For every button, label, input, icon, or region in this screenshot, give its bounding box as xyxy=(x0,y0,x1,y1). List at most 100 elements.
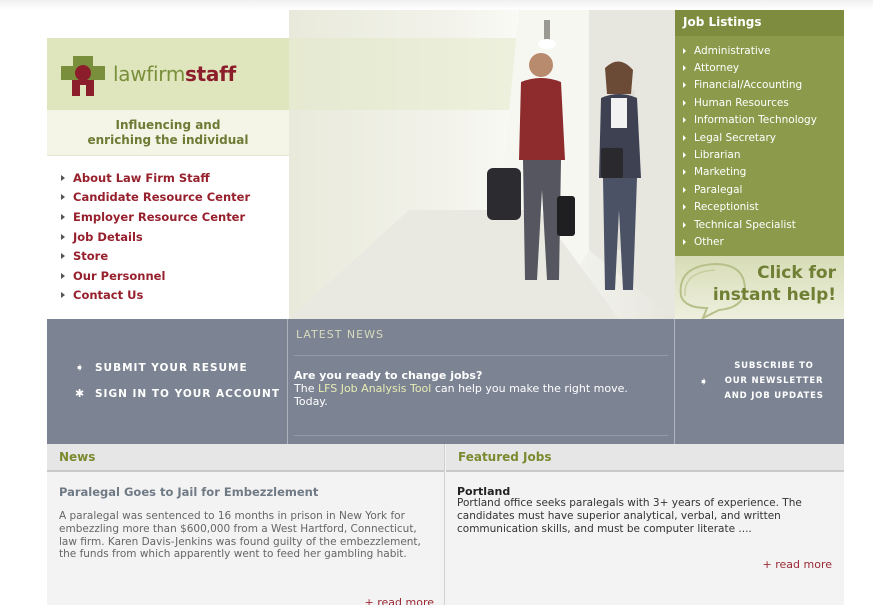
featured-read-more-link[interactable]: + read more xyxy=(763,558,832,571)
sign-in-label: SIGN IN TO YOUR ACCOUNT xyxy=(95,387,280,400)
hallway-illustration xyxy=(289,10,675,319)
submit-resume-link[interactable]: ➧ SUBMIT YOUR RESUME xyxy=(75,361,248,374)
job-category-link[interactable]: Receptionist xyxy=(683,199,844,216)
left-top-spacer xyxy=(47,10,289,38)
nav-item-our-personnel[interactable]: Our Personnel xyxy=(61,266,289,286)
job-category-link[interactable]: Technical Specialist xyxy=(683,216,844,233)
bullet-arrow-icon xyxy=(683,47,686,54)
newsletter-line1: SUBSCRIBE TO xyxy=(734,361,814,371)
bullet-arrow-icon xyxy=(61,213,65,220)
news-article-body: A paralegal was sentenced to 16 months i… xyxy=(59,510,421,561)
featured-jobs-section: Featured Jobs Portland Portland office s… xyxy=(446,444,844,605)
help-line1: Click for xyxy=(757,263,836,283)
action-band: ➧ SUBMIT YOUR RESUME ✱ SIGN IN TO YOUR A… xyxy=(47,319,844,444)
account-actions: ➧ SUBMIT YOUR RESUME ✱ SIGN IN TO YOUR A… xyxy=(47,319,287,444)
nav-item-about[interactable]: About Law Firm Staff xyxy=(61,168,289,188)
latest-news-question: Are you ready to change jobs? xyxy=(294,369,483,382)
job-category-label: Other xyxy=(694,235,724,248)
divider xyxy=(294,435,668,436)
job-category-link[interactable]: Paralegal xyxy=(683,181,844,198)
arrow-right-icon: ➧ xyxy=(699,375,709,388)
logo-wordmark[interactable]: lawfirmstaff xyxy=(113,62,236,86)
main-nav: About Law Firm Staff Candidate Resource … xyxy=(47,157,289,319)
job-listings-panel: Job Listings Administrative Attorney Fin… xyxy=(675,10,844,256)
tagline-line1: Influencing and xyxy=(115,118,221,132)
nav-item-store[interactable]: Store xyxy=(61,246,289,266)
bullet-arrow-icon xyxy=(61,292,65,299)
job-category-link[interactable]: Human Resources xyxy=(683,94,844,111)
bullet-arrow-icon xyxy=(683,82,686,89)
arrow-right-icon: ➧ xyxy=(75,361,86,374)
bullet-arrow-icon xyxy=(683,238,686,245)
job-category-link[interactable]: Librarian xyxy=(683,146,844,163)
nav-item-label: Employer Resource Center xyxy=(73,209,246,224)
job-category-label: Technical Specialist xyxy=(694,218,796,231)
nav-item-employer-resource-center[interactable]: Employer Resource Center xyxy=(61,207,289,227)
logo-band: lawfirmstaff xyxy=(47,38,289,110)
newsletter-line2: OUR NEWSLETTER xyxy=(724,376,824,386)
job-category-label: Attorney xyxy=(694,62,740,75)
job-category-link[interactable]: Financial/Accounting xyxy=(683,77,844,94)
sign-in-link[interactable]: ✱ SIGN IN TO YOUR ACCOUNT xyxy=(75,387,280,400)
nav-item-label: Candidate Resource Center xyxy=(73,190,251,205)
featured-job-body: Portland office seeks paralegals with 3+… xyxy=(457,497,802,535)
bullet-arrow-icon xyxy=(683,221,686,228)
submit-resume-label: SUBMIT YOUR RESUME xyxy=(95,361,248,374)
nav-item-label: Store xyxy=(73,249,109,264)
featured-jobs-heading: Featured Jobs xyxy=(446,444,844,472)
news-read-more-link[interactable]: + read more xyxy=(365,596,434,605)
bullet-arrow-icon xyxy=(683,117,686,124)
asterisk-icon: ✱ xyxy=(75,387,86,400)
newsletter-signup[interactable]: ➧ SUBSCRIBE TO OUR NEWSLETTER AND JOB UP… xyxy=(675,319,844,444)
nav-item-label: Contact Us xyxy=(73,288,144,303)
job-category-link[interactable]: Legal Secretary xyxy=(683,129,844,146)
job-category-link[interactable]: Administrative xyxy=(683,42,844,59)
bullet-arrow-icon xyxy=(683,65,686,72)
nav-item-label: Our Personnel xyxy=(73,268,166,283)
bullet-arrow-icon xyxy=(683,169,686,176)
bullet-arrow-icon xyxy=(61,272,65,279)
job-category-label: Information Technology xyxy=(694,114,817,127)
logo-icon[interactable] xyxy=(59,54,107,98)
bullet-arrow-icon xyxy=(683,134,686,141)
hero-photo xyxy=(289,10,675,319)
bullet-arrow-icon xyxy=(61,194,65,201)
job-category-link[interactable]: Other xyxy=(683,233,844,250)
job-category-label: Legal Secretary xyxy=(694,131,777,144)
job-category-link[interactable]: Marketing xyxy=(683,164,844,181)
tagline: Influencing and enriching the individual xyxy=(47,118,289,148)
bullet-arrow-icon xyxy=(61,174,65,181)
job-category-label: Paralegal xyxy=(694,183,743,196)
divider xyxy=(294,355,668,356)
newsletter-line3: AND JOB UPDATES xyxy=(724,391,824,401)
job-listings-title: Job Listings xyxy=(675,10,844,36)
nav-item-label: About Law Firm Staff xyxy=(73,170,210,185)
job-category-link[interactable]: Information Technology xyxy=(683,112,844,129)
latest-news-panel: LATEST NEWS Are you ready to change jobs… xyxy=(287,319,675,444)
bullet-arrow-icon xyxy=(683,152,686,159)
bullet-arrow-icon xyxy=(61,233,65,240)
job-category-label: Human Resources xyxy=(694,96,789,109)
bullet-arrow-icon xyxy=(61,253,65,260)
bullet-arrow-icon xyxy=(683,99,686,106)
job-analysis-tool-link[interactable]: LFS Job Analysis Tool xyxy=(318,382,431,395)
tagline-line2: enriching the individual xyxy=(87,133,249,147)
job-category-label: Librarian xyxy=(694,149,741,162)
nav-item-candidate-resource-center[interactable]: Candidate Resource Center xyxy=(61,188,289,208)
job-category-link[interactable]: Attorney xyxy=(683,59,844,76)
tagline-band: Influencing and enriching the individual xyxy=(47,110,289,156)
nav-item-job-details[interactable]: Job Details xyxy=(61,227,289,247)
bullet-arrow-icon xyxy=(683,204,686,211)
page: lawfirmstaff Influencing and enriching t… xyxy=(47,10,844,605)
news-article-title[interactable]: Paralegal Goes to Jail for Embezzlement xyxy=(59,485,318,499)
job-category-label: Financial/Accounting xyxy=(694,79,803,92)
latest-news-text-pre: The xyxy=(294,382,318,395)
top-shadow xyxy=(0,0,873,10)
instant-help-button[interactable]: Click for instant help! xyxy=(675,256,844,319)
help-line2: instant help! xyxy=(712,285,836,305)
nav-item-contact-us[interactable]: Contact Us xyxy=(61,286,289,306)
help-text: Click for instant help! xyxy=(713,262,836,306)
latest-news-heading: LATEST NEWS xyxy=(296,328,384,341)
bullet-arrow-icon xyxy=(683,186,686,193)
news-heading: News xyxy=(47,444,444,472)
